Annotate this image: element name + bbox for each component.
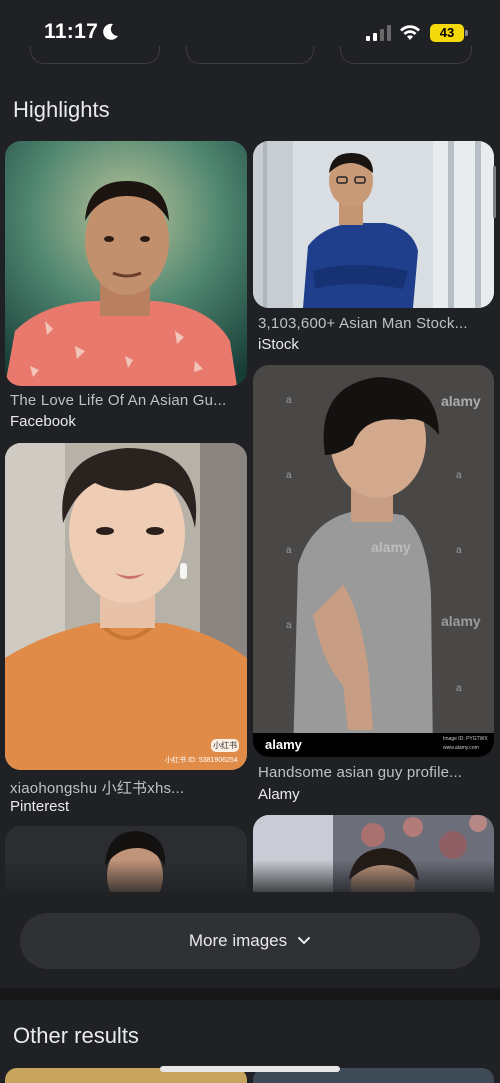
photo-young-man-orange-shirt: [5, 443, 247, 770]
battery-tip: [465, 30, 468, 36]
wifi-icon: [400, 25, 420, 40]
filter-chip[interactable]: [30, 46, 160, 64]
alamy-watermark: a: [286, 620, 292, 631]
section-divider: [0, 988, 500, 1000]
status-time: 11:17: [44, 20, 99, 43]
fade-overlay: [0, 860, 500, 900]
highlights-title: Highlights: [13, 97, 110, 122]
image-source[interactable]: iStock: [258, 336, 299, 353]
photo-man-red-shirt: [5, 141, 247, 386]
alamy-watermark: a: [456, 470, 462, 481]
more-images-label: More images: [188, 931, 288, 950]
image-caption: 3,103,600+ Asian Man Stock...: [258, 315, 468, 332]
alamy-site: www.alamy.com: [443, 745, 479, 751]
alamy-watermark: alamy: [441, 393, 481, 409]
alamy-watermark: a: [286, 470, 292, 481]
image-result-istock[interactable]: [253, 141, 494, 308]
photo-man-blue-shirt: [253, 141, 494, 308]
image-caption: Handsome asian guy profile...: [258, 764, 463, 781]
filter-chip[interactable]: [340, 46, 472, 64]
scrollbar-thumb[interactable]: [493, 166, 496, 218]
image-caption: xiaohongshu 小红书xhs...: [10, 780, 185, 797]
home-indicator[interactable]: [160, 1066, 340, 1072]
image-result-facebook[interactable]: [5, 141, 247, 386]
alamy-watermark: alamy: [441, 613, 481, 629]
image-source[interactable]: Facebook: [10, 413, 76, 430]
image-source[interactable]: Pinterest: [10, 798, 69, 815]
alamy-image-id: Image ID: PYGTWX: [443, 736, 488, 742]
signal-icon: [366, 25, 391, 41]
image-source[interactable]: Alamy: [258, 786, 300, 803]
alamy-watermark: a: [286, 395, 292, 406]
other-results-title: Other results: [13, 1023, 139, 1048]
alamy-watermark: a: [456, 545, 462, 556]
image-result-pinterest[interactable]: 小红书 小红书 ID: 5381906254: [5, 443, 247, 770]
photo-man-profile-grey-shirt: [253, 365, 494, 757]
xhs-id-watermark: 小红书 ID: 5381906254: [165, 757, 238, 764]
xhs-badge: 小红书: [213, 741, 237, 750]
battery-indicator: 43: [430, 24, 464, 42]
image-result-alamy[interactable]: alamy alamy alamy a a a a a a a alamy Im…: [253, 365, 494, 757]
image-caption: The Love Life Of An Asian Gu...: [10, 392, 227, 409]
alamy-watermark: alamy: [371, 539, 411, 555]
alamy-watermark: a: [286, 545, 292, 556]
more-images-button[interactable]: More images: [20, 913, 480, 969]
filter-chip[interactable]: [186, 46, 314, 64]
moon-icon: [103, 23, 118, 40]
chevron-down-icon: [298, 937, 311, 945]
alamy-logo: alamy: [265, 737, 302, 752]
alamy-watermark: a: [456, 683, 462, 694]
